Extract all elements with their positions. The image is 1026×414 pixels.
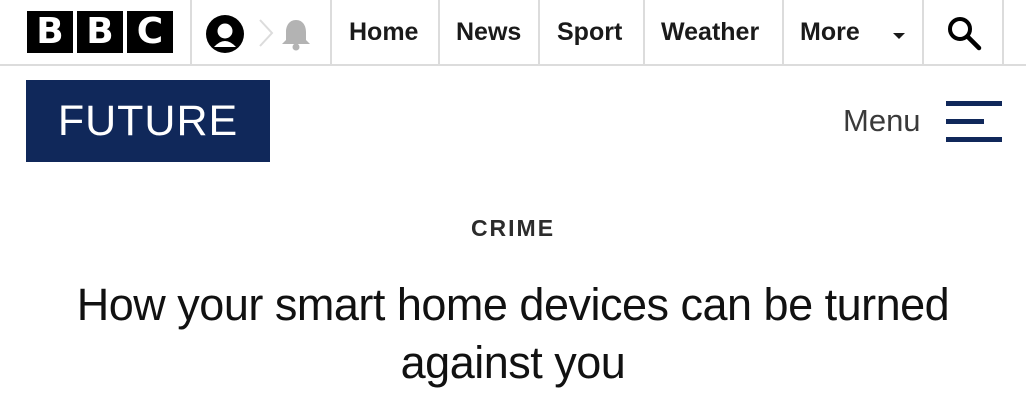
- bbc-logo-letter-b2: B: [77, 11, 123, 53]
- article-category[interactable]: CRIME: [0, 213, 1026, 243]
- account-icon[interactable]: [206, 15, 244, 53]
- menu-bar: [946, 137, 1002, 142]
- nav-divider: [330, 0, 332, 64]
- nav-link-sport[interactable]: Sport: [557, 0, 622, 64]
- future-section-logo[interactable]: FUTURE: [26, 80, 270, 162]
- nav-divider: [538, 0, 540, 64]
- nav-link-news[interactable]: News: [456, 0, 521, 64]
- menu-bar: [946, 119, 984, 124]
- chevron-right-icon: [259, 19, 274, 47]
- bbc-logo-letter-b1: B: [27, 11, 73, 53]
- caret-down-icon: [893, 33, 905, 39]
- nav-link-weather[interactable]: Weather: [661, 0, 759, 64]
- nav-divider: [1002, 0, 1004, 64]
- bell-icon[interactable]: [278, 16, 314, 52]
- bbc-logo[interactable]: B B C: [27, 11, 173, 53]
- nav-link-more[interactable]: More: [800, 0, 860, 64]
- nav-divider: [782, 0, 784, 64]
- article-headline: How your smart home devices can be turne…: [76, 279, 950, 388]
- menu-label[interactable]: Menu: [843, 102, 921, 140]
- menu-bar: [946, 101, 1002, 106]
- nav-link-home[interactable]: Home: [349, 0, 418, 64]
- nav-divider: [190, 0, 192, 64]
- hamburger-menu-icon[interactable]: [946, 101, 1002, 143]
- nav-divider: [438, 0, 440, 64]
- search-icon[interactable]: [946, 15, 982, 51]
- bbc-logo-letter-c: C: [127, 11, 173, 53]
- nav-divider: [922, 0, 924, 64]
- nav-divider: [643, 0, 645, 64]
- bbc-top-bar: B B C Home News Sport Weather More: [0, 0, 1026, 66]
